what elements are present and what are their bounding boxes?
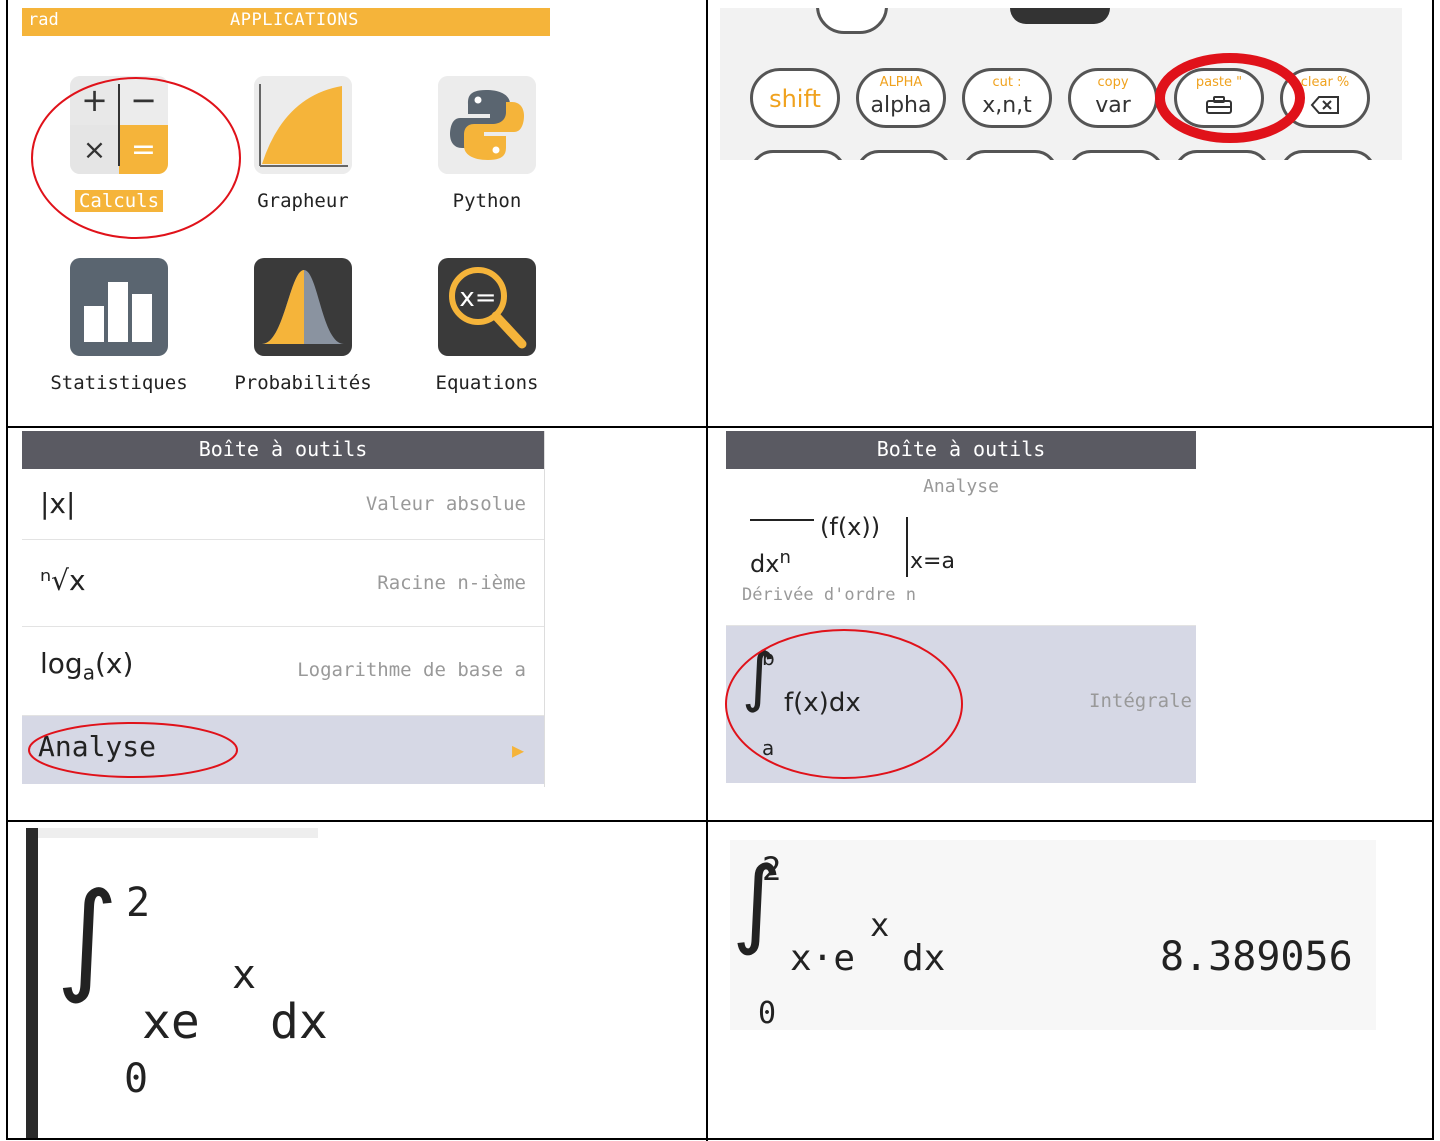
- app-statistiques[interactable]: Statistiques: [44, 258, 194, 394]
- annotation-circle: [31, 77, 241, 239]
- app-label: Probabilités: [234, 372, 372, 394]
- result-screenshot: ∫ 2 0 x·e x dx 8.389056: [730, 840, 1376, 1031]
- input-expression: ∫ 2 0 xe x dx: [56, 868, 328, 1103]
- menu-item-integral[interactable]: ∫ b a f(x)dx Intégrale: [725, 626, 1196, 783]
- menu-item-log[interactable]: loga(x) Logarithme de base a: [22, 627, 544, 716]
- menu-item-nth-root[interactable]: ⁿ√x Racine n-ième: [22, 540, 544, 627]
- row-divider: [6, 426, 1434, 428]
- menu-item-derivative[interactable]: dxn (f(x)) x=a Dérivée d'ordre n: [726, 507, 1196, 626]
- ok-key[interactable]: [1010, 8, 1110, 24]
- toolbox-menu: Boîte à outils |x| Valeur absolue ⁿ√x Ra…: [22, 431, 545, 787]
- column-divider: [706, 0, 708, 1141]
- app-label: Statistiques: [50, 372, 188, 394]
- app-equations[interactable]: x= Equations: [412, 258, 562, 394]
- app-grapheur[interactable]: Grapheur: [228, 76, 378, 212]
- result-expression: ∫ 2 0 x·e x dx: [732, 846, 946, 1031]
- key-shift[interactable]: shift: [750, 68, 840, 128]
- applications-screen: rad APPLICATIONS + − × = Calculs Grapheu…: [22, 8, 550, 400]
- keyboard-photo: shift ALPHA alpha cut : x,n,t copy var p…: [720, 8, 1402, 160]
- key-xnt[interactable]: cut : x,n,t: [962, 68, 1052, 128]
- cursor-bar: [26, 828, 38, 1138]
- dpad-key[interactable]: [816, 8, 888, 34]
- python-icon: [438, 76, 536, 174]
- menu-title: Boîte à outils: [22, 431, 544, 469]
- menu-item-abs[interactable]: |x| Valeur absolue: [22, 469, 544, 540]
- statistics-icon: [70, 258, 168, 356]
- menu-item-analyse[interactable]: Analyse ▶: [22, 716, 544, 784]
- annotation-circle: [1155, 53, 1305, 143]
- analysis-menu: Boîte à outils Analyse dxn (f(x)) x=a Dé…: [725, 431, 1196, 783]
- grapher-icon: [254, 76, 352, 174]
- equations-icon: x=: [438, 258, 536, 356]
- menu-subtitle: Analyse: [726, 469, 1196, 508]
- probability-icon: [254, 258, 352, 356]
- menu-title: Boîte à outils: [726, 431, 1196, 469]
- svg-text:x=: x=: [459, 283, 496, 313]
- chevron-right-icon: ▶: [511, 738, 524, 762]
- input-screenshot: ∫ 2 0 xe x dx: [26, 828, 328, 1138]
- app-label: Grapheur: [257, 190, 349, 212]
- app-python[interactable]: Python: [412, 76, 562, 212]
- key-var[interactable]: copy var: [1068, 68, 1158, 128]
- status-bar: rad APPLICATIONS: [22, 8, 550, 36]
- app-label: Python: [452, 190, 522, 212]
- key-alpha[interactable]: ALPHA alpha: [856, 68, 946, 128]
- annotation-circle: [28, 722, 238, 778]
- derivative-formula: dxn (f(x)) x=a: [750, 513, 955, 578]
- angle-mode: rad: [28, 10, 59, 30]
- row-divider: [6, 820, 1434, 822]
- app-probabilites[interactable]: Probabilités: [228, 258, 378, 394]
- annotation-circle: [725, 629, 963, 779]
- result-value: 8.389056: [1160, 934, 1353, 980]
- screen-title: APPLICATIONS: [230, 10, 359, 30]
- app-label: Equations: [435, 372, 539, 394]
